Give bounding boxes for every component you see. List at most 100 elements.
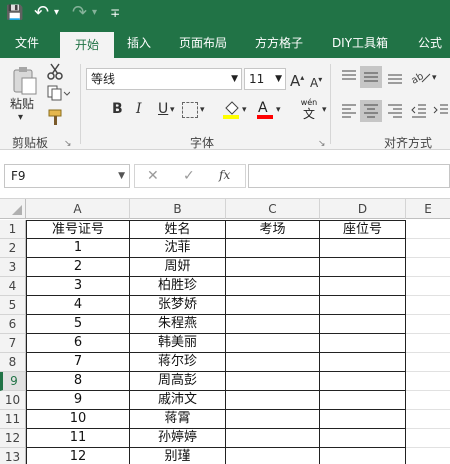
row-header[interactable]: 5 [0, 296, 26, 315]
underline-button[interactable]: U [158, 101, 168, 117]
bold-button[interactable]: B [112, 101, 123, 117]
row-header[interactable]: 4 [0, 277, 26, 296]
tab-formulas[interactable]: 公式 [410, 28, 450, 58]
orientation-dropdown-icon[interactable]: ▾ [432, 70, 437, 86]
cell-c5[interactable] [226, 296, 320, 315]
undo-dropdown-icon[interactable]: ▾ [54, 3, 59, 23]
shrink-font-icon[interactable]: A▾ [310, 72, 322, 91]
cell-b6[interactable]: 朱程燕 [130, 315, 226, 334]
cell-c2[interactable] [226, 239, 320, 258]
tab-file[interactable]: 文件 [6, 28, 48, 58]
font-size-box[interactable]: 11 ▼ [244, 68, 286, 90]
column-header-d[interactable]: D [320, 199, 406, 219]
row-header[interactable]: 6 [0, 315, 26, 334]
name-box[interactable]: F9 ▼ [4, 164, 130, 188]
borders-icon[interactable] [182, 102, 198, 118]
chevron-down-icon[interactable]: ▼ [231, 69, 238, 89]
row-header[interactable]: 2 [0, 239, 26, 258]
cell-a11[interactable]: 10 [26, 410, 130, 429]
tab-page-layout[interactable]: 页面布局 [170, 28, 236, 58]
cell-c9[interactable] [226, 372, 320, 391]
cell-b5[interactable]: 张梦娇 [130, 296, 226, 315]
cell-e1[interactable] [406, 220, 450, 239]
worksheet-grid[interactable]: A B C D E 1 准号证号 姓名 考场 座位号 2 1 沈菲 3 2 周妍 4 3 柏胜珍 5 4 张梦娇… [0, 198, 450, 464]
cell-b8[interactable]: 蒋尔珍 [130, 353, 226, 372]
column-header-a[interactable]: A [26, 199, 130, 219]
cell-c6[interactable] [226, 315, 320, 334]
copy-icon[interactable] [46, 84, 71, 102]
row-header[interactable]: 10 [0, 391, 26, 410]
top-align-icon[interactable] [340, 68, 358, 86]
row-header[interactable]: 3 [0, 258, 26, 277]
font-color-icon[interactable]: A [256, 100, 274, 120]
align-left-icon[interactable] [340, 102, 358, 120]
cell-b9[interactable]: 周高彭 [130, 372, 226, 391]
cell-d6[interactable] [320, 315, 406, 334]
cell-c4[interactable] [226, 277, 320, 296]
row-header[interactable]: 12 [0, 429, 26, 448]
cell-d3[interactable] [320, 258, 406, 277]
cell-c12[interactable] [226, 429, 320, 448]
cell-e7[interactable] [406, 334, 450, 353]
chevron-down-icon[interactable]: ▼ [275, 69, 282, 89]
cell-c7[interactable] [226, 334, 320, 353]
font-color-dropdown-icon[interactable]: ▾ [276, 102, 281, 118]
fill-color-icon[interactable] [222, 100, 240, 120]
chevron-down-icon[interactable]: ▼ [118, 165, 125, 187]
customize-qat-icon[interactable]: ∓ [110, 3, 120, 23]
row-header[interactable]: 9 [0, 372, 26, 391]
cell-b1[interactable]: 姓名 [130, 220, 226, 239]
cell-e11[interactable] [406, 410, 450, 429]
increase-indent-icon[interactable] [432, 102, 450, 120]
cell-a9[interactable]: 8 [26, 372, 130, 391]
cell-c11[interactable] [226, 410, 320, 429]
cell-a10[interactable]: 9 [26, 391, 130, 410]
cell-d10[interactable] [320, 391, 406, 410]
paste-icon[interactable] [12, 66, 38, 96]
cell-e5[interactable] [406, 296, 450, 315]
cell-e12[interactable] [406, 429, 450, 448]
cell-c8[interactable] [226, 353, 320, 372]
cell-d8[interactable] [320, 353, 406, 372]
cell-d13[interactable] [320, 448, 406, 464]
save-icon[interactable]: 💾 [6, 3, 23, 23]
phonetic-dropdown-icon[interactable]: ▾ [322, 102, 327, 118]
cell-e4[interactable] [406, 277, 450, 296]
bottom-align-icon[interactable] [386, 68, 404, 86]
decrease-indent-icon[interactable] [410, 102, 428, 120]
cell-d9[interactable] [320, 372, 406, 391]
cell-a2[interactable]: 1 [26, 239, 130, 258]
orientation-icon[interactable]: ab [409, 68, 432, 87]
cell-a13[interactable]: 12 [26, 448, 130, 464]
cell-a6[interactable]: 5 [26, 315, 130, 334]
cell-d5[interactable] [320, 296, 406, 315]
tab-home[interactable]: 开始 [60, 32, 114, 58]
cell-a4[interactable]: 3 [26, 277, 130, 296]
phonetic-guide-icon[interactable]: wén 文 [296, 98, 322, 122]
align-center-icon[interactable] [360, 100, 382, 122]
paste-dropdown-icon[interactable]: ▾ [18, 110, 23, 126]
cell-a7[interactable]: 6 [26, 334, 130, 353]
cell-e6[interactable] [406, 315, 450, 334]
cut-icon[interactable] [46, 62, 64, 80]
cell-c3[interactable] [226, 258, 320, 277]
cell-a12[interactable]: 11 [26, 429, 130, 448]
tab-diy-toolbox[interactable]: DIY工具箱 [322, 28, 398, 58]
borders-dropdown-icon[interactable]: ▾ [200, 102, 205, 118]
cell-c10[interactable] [226, 391, 320, 410]
cell-d12[interactable] [320, 429, 406, 448]
middle-align-icon[interactable] [360, 66, 382, 88]
enter-icon[interactable]: ✓ [183, 168, 195, 184]
cell-b3[interactable]: 周妍 [130, 258, 226, 277]
row-header[interactable]: 13 [0, 448, 26, 464]
column-header-e[interactable]: E [406, 199, 450, 219]
formula-input[interactable] [248, 164, 450, 188]
cell-b4[interactable]: 柏胜珍 [130, 277, 226, 296]
cell-a3[interactable]: 2 [26, 258, 130, 277]
cell-e9[interactable] [406, 372, 450, 391]
cell-b2[interactable]: 沈菲 [130, 239, 226, 258]
row-header[interactable]: 7 [0, 334, 26, 353]
cancel-icon[interactable]: ✕ [147, 168, 159, 184]
cell-e3[interactable] [406, 258, 450, 277]
cell-b10[interactable]: 戚沛文 [130, 391, 226, 410]
